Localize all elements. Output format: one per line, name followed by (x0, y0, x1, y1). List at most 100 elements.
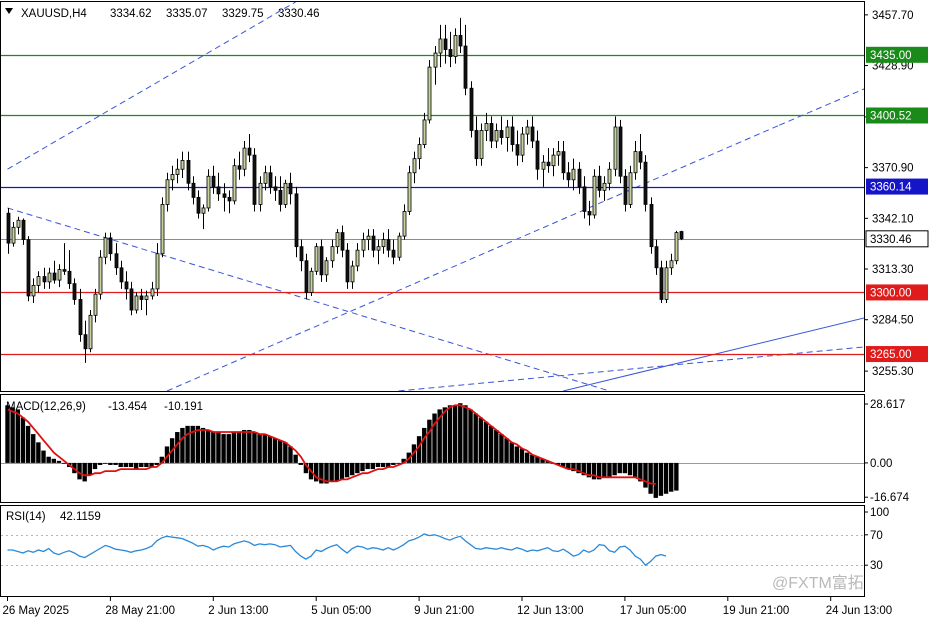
time-axis-label: 9 Jun 21:00 (414, 605, 474, 617)
candle[interactable] (304, 253, 309, 300)
time-axis-label: 24 Jun 13:00 (826, 605, 893, 617)
trading-chart[interactable]: 3457.703428.903399.703370.903342.103313.… (0, 0, 936, 624)
macd-bar (344, 462, 350, 478)
candle-body-bull (633, 151, 638, 174)
candle-body-bull (674, 232, 679, 262)
candle[interactable] (88, 310, 93, 353)
candle[interactable] (232, 158, 237, 205)
macd-bar (118, 462, 123, 468)
candle[interactable] (98, 250, 103, 300)
macd-bar (200, 427, 206, 463)
candle[interactable] (345, 243, 350, 289)
candle-body-bear (458, 35, 463, 47)
candle[interactable] (26, 236, 31, 302)
candle-body-bull (57, 269, 62, 281)
candle-body-bull (242, 147, 247, 170)
macd-bar (355, 462, 360, 474)
candle-body-bull (165, 179, 170, 205)
macd-bar (612, 462, 617, 476)
candle[interactable] (618, 119, 623, 184)
macd-bar (632, 462, 638, 478)
candle-body-bear (679, 231, 684, 240)
macd-bar (283, 442, 288, 463)
candle[interactable] (427, 60, 432, 124)
candle[interactable] (649, 197, 654, 254)
macd-bar (504, 438, 509, 463)
candle-body-bull (134, 295, 139, 311)
candle[interactable] (674, 230, 679, 265)
header-close: 3330.46 (278, 8, 320, 20)
candle-body-bull (103, 237, 108, 258)
macd-bar (97, 462, 103, 465)
macd-bar (375, 462, 381, 468)
candle-body-bear (222, 193, 227, 198)
candle[interactable] (309, 267, 314, 296)
macd-bar (509, 442, 514, 463)
candle-body-bear (26, 239, 31, 297)
candle[interactable] (283, 179, 288, 208)
candle[interactable] (643, 155, 648, 212)
candle[interactable] (314, 243, 319, 275)
candle[interactable] (160, 197, 165, 258)
macd-bar (339, 462, 345, 480)
candle-body-bear (288, 182, 293, 195)
candle-body-bear (654, 246, 659, 269)
candle-body-bull (628, 172, 633, 205)
price-tag-3360.14: 3360.14 (866, 178, 928, 195)
macd-bar (488, 425, 494, 463)
macd-bar (10, 407, 15, 463)
macd-bar (653, 462, 658, 498)
candle-body-bull (324, 260, 329, 276)
price-axis-label: 3370.90 (872, 163, 914, 175)
candle-body-bull (330, 246, 335, 262)
candle-body-bull (16, 219, 21, 228)
macd-bar (123, 462, 129, 468)
candle-body-bull (664, 267, 669, 300)
candle[interactable] (592, 169, 597, 219)
macd-bar (185, 425, 190, 463)
candle-body-bull (551, 154, 556, 167)
candle-body-bear (546, 161, 551, 167)
candle[interactable] (469, 81, 474, 138)
candle-body-bear (618, 126, 623, 177)
macd-bar (334, 462, 339, 482)
candle[interactable] (679, 230, 684, 241)
macd-bar (669, 462, 674, 492)
candle[interactable] (252, 148, 257, 212)
candle-body-bear (252, 154, 257, 205)
candle[interactable] (294, 186, 299, 258)
candle-body-bull (592, 175, 597, 216)
candle-body-bull (494, 130, 499, 142)
macd-bar (622, 462, 628, 474)
candle-body-bull (438, 38, 443, 54)
candle[interactable] (407, 165, 412, 215)
macd-bar (257, 434, 262, 463)
price-tag-3265.00: 3265.00 (866, 346, 928, 363)
candle-body-bull (484, 123, 489, 131)
macd-main-value: -13.454 (108, 401, 148, 413)
candle-body-bull (525, 126, 530, 135)
macd-bar (51, 458, 57, 463)
macd-bar (617, 462, 622, 474)
candle-body-bear (582, 186, 587, 212)
macd-bar (25, 425, 31, 463)
candle-body-bear (566, 172, 571, 181)
candle-body-bear (78, 299, 83, 336)
macd-bar (247, 429, 252, 463)
candle-body-bull (479, 130, 484, 160)
macd-label: MACD(12,26,9) (6, 401, 86, 413)
macd-bar (298, 462, 303, 465)
candle-body-bear (561, 151, 566, 174)
price-tag-text: 3400.52 (870, 110, 912, 122)
candle-body-bull (180, 160, 185, 170)
time-axis-label: 19 Jun 21:00 (723, 605, 790, 617)
candle-body-bull (175, 168, 180, 175)
candle-body-bull (36, 276, 41, 286)
candle-body-bull (571, 168, 576, 181)
macd-bar (92, 462, 98, 470)
candle-body-bear (21, 219, 26, 241)
candle[interactable] (397, 232, 402, 261)
candle-body-bull (376, 246, 381, 251)
macd-bar (15, 409, 20, 463)
candle[interactable] (134, 292, 139, 314)
